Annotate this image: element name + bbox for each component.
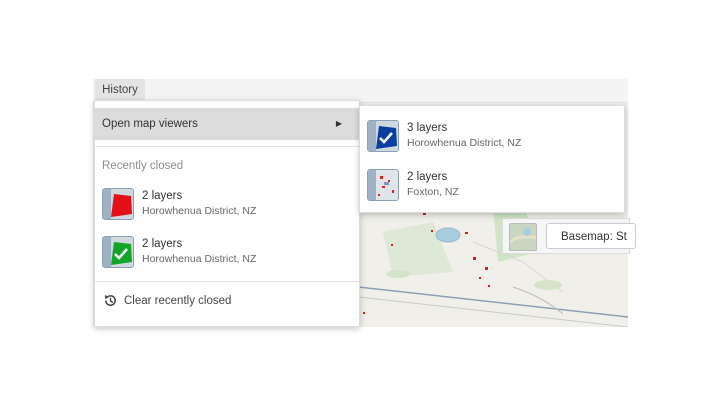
history-dropdown-menu: Open map viewers ▶ Recently closed 2 lay… xyxy=(94,100,360,327)
recently-closed-heading: Recently closed xyxy=(102,160,184,172)
open-viewer-title: 3 layers xyxy=(407,122,448,134)
open-viewer-item-1[interactable]: 3 layers Horowhenua District, NZ xyxy=(360,113,624,159)
recent-item-title: 2 layers xyxy=(142,238,183,250)
recent-item-location: Horowhenua District, NZ xyxy=(142,205,257,217)
caret-right-icon: ▶ xyxy=(335,119,342,128)
open-viewer-title: 2 layers xyxy=(407,171,448,183)
open-viewer-location: Foxton, NZ xyxy=(407,186,459,198)
recent-item-location: Horowhenua District, NZ xyxy=(142,253,257,265)
recent-item-1[interactable]: 2 layers Horowhenua District, NZ xyxy=(95,181,359,227)
basemap-thumbnail[interactable] xyxy=(509,223,537,251)
map-thumbnail xyxy=(102,188,134,220)
open-map-viewers-item[interactable]: Open map viewers ▶ xyxy=(95,108,359,140)
map-thumbnail xyxy=(367,120,399,152)
open-viewer-location: Horowhenua District, NZ xyxy=(407,137,522,149)
open-map-viewers-label: Open map viewers xyxy=(102,118,198,130)
open-viewers-submenu: 3 layers Horowhenua District, NZ 2 layer… xyxy=(359,105,625,213)
recent-item-title: 2 layers xyxy=(142,190,183,202)
clear-recently-closed-button[interactable]: Clear recently closed xyxy=(95,286,359,316)
menu-divider xyxy=(95,281,359,282)
history-menu-tab[interactable]: History xyxy=(95,79,145,102)
clear-recently-closed-label: Clear recently closed xyxy=(124,295,232,307)
history-icon xyxy=(104,294,116,306)
menu-divider xyxy=(95,146,359,147)
open-viewer-item-2[interactable]: 2 layers Foxton, NZ xyxy=(360,162,624,208)
recent-item-2[interactable]: 2 layers Horowhenua District, NZ xyxy=(95,229,359,275)
basemap-selector-button[interactable]: Basemap: St xyxy=(546,223,636,249)
map-thumbnail xyxy=(367,169,399,201)
basemap-control: Basemap: St xyxy=(502,218,636,254)
map-thumbnail xyxy=(102,236,134,268)
